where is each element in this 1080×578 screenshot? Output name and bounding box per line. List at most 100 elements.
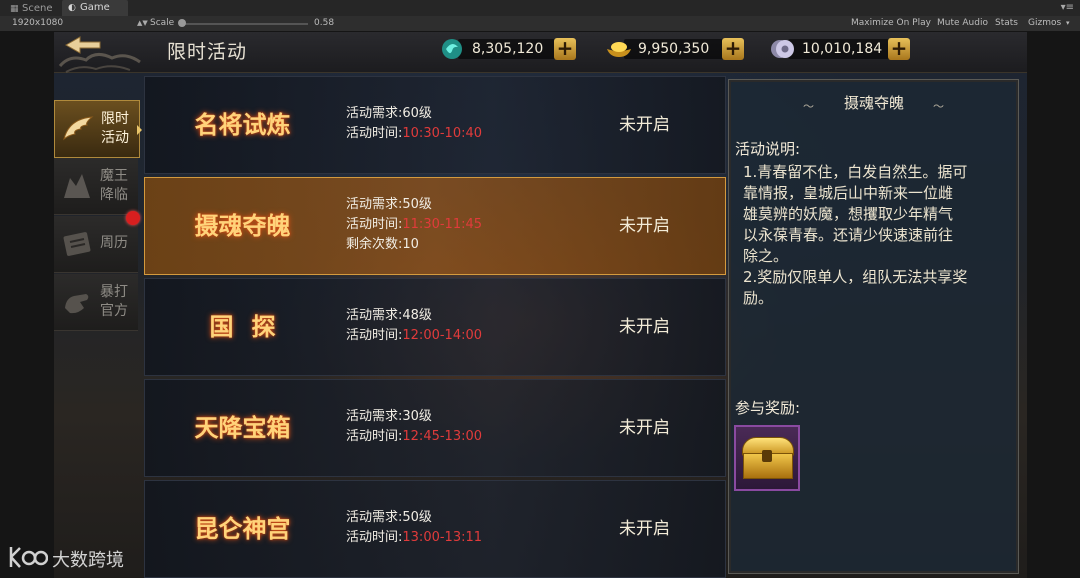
event-time-line: 活动时间:13:00-13:11 (346, 528, 482, 548)
calendar-icon (63, 232, 91, 256)
side-tab-label: 暴打 官方 (96, 283, 132, 321)
watermark-text: 大数跨境 (52, 550, 124, 571)
side-tab-label-line1: 暴打 (100, 284, 128, 300)
side-tab-beat-official[interactable]: 暴打 官方 (54, 274, 138, 331)
fist-icon (65, 294, 89, 314)
mute-audio-button[interactable]: Mute Audio (937, 16, 988, 31)
jade-icon (442, 39, 462, 59)
info-title-banner: 〜 摄魂夺魄 〜 (803, 92, 944, 114)
event-requirement: 活动需求:48级 (346, 308, 432, 323)
event-status: 未开启 (619, 519, 670, 539)
side-tab-label-line1: 周历 (100, 235, 128, 251)
side-tab-label: 魔王 降临 (96, 167, 132, 205)
gold-ingot-icon (607, 42, 631, 57)
back-arrow-icon (64, 36, 101, 54)
reward-item-slot[interactable] (734, 425, 800, 491)
event-time-value: 11:30-11:45 (402, 217, 483, 232)
event-name: 国探 (209, 313, 294, 341)
event-row-mingjiang[interactable]: 名将试炼 活动需求:60级 活动时间:10:30-10:40 未开启 (144, 76, 726, 174)
grid-icon: ▦ (10, 4, 19, 14)
description-line: 2.奖励仅限单人，组队无法共享奖 (743, 268, 968, 286)
event-time-value: 10:30-10:40 (402, 126, 483, 141)
gold-amount: 9,950,350 (624, 39, 734, 59)
description-line: 雄莫辨的妖魔，想攫取少年精气 (743, 205, 954, 223)
game-viewport: 限时活动 8,305,120 + 9,950,350 + 10,010,184 (0, 32, 1080, 578)
scale-label: Scale (150, 18, 175, 28)
side-tab-demon-arrival[interactable]: 魔王 降临 (54, 158, 138, 215)
resolution-dropdown-arrow-icon[interactable]: ▲▼ (137, 16, 148, 31)
event-requirement: 活动需求:30级 (346, 409, 432, 424)
side-tab-weekly-calendar[interactable]: 周历 (54, 216, 138, 273)
panel-menu-icon[interactable]: ▾≡ (1061, 2, 1074, 13)
side-tab-label-line2: 官方 (100, 303, 128, 319)
kbo-logo-icon (9, 547, 48, 568)
event-details: 活动需求:30级 活动时间:12:45-13:00 (346, 407, 482, 447)
event-time-line: 活动时间:10:30-10:40 (346, 124, 482, 144)
event-status: 未开启 (619, 317, 670, 337)
event-time-value: 12:00-14:00 (402, 328, 483, 343)
silver-coin-icon (771, 40, 794, 58)
tab-game-label: Game (80, 2, 110, 13)
event-list: 名将试炼 活动需求:60级 活动时间:10:30-10:40 未开启 摄魂夺魄 … (144, 76, 726, 578)
event-time-label: 活动时间: (346, 217, 403, 232)
side-tab-label-line1: 魔王 (100, 168, 128, 184)
description-line: 励。 (743, 289, 774, 307)
event-name: 昆仑神宫 (194, 515, 291, 543)
event-requirement: 活动需求:50级 (346, 197, 432, 212)
event-time-label: 活动时间: (346, 126, 403, 141)
resolution-dropdown[interactable]: 1920x1080 (12, 16, 63, 31)
jade-amount: 8,305,120 (458, 39, 568, 59)
description-line: 以永葆青春。还请少侠速速前往 (743, 226, 954, 244)
active-tab-arrow-icon (137, 125, 142, 135)
tab-scene-label: Scene (22, 3, 53, 14)
event-details: 活动需求:48级 活动时间:12:00-14:00 (346, 306, 482, 346)
event-time-line: 活动时间:12:45-13:00 (346, 427, 482, 447)
event-row-guotan[interactable]: 国探 活动需求:48级 活动时间:12:00-14:00 未开启 (144, 278, 726, 376)
treasure-chest-icon (742, 437, 794, 479)
event-time-line: 活动时间:11:30-11:45 (346, 215, 482, 235)
maximize-on-play-button[interactable]: Maximize On Play (851, 16, 931, 31)
event-status: 未开启 (619, 115, 670, 135)
gizmos-dropdown-arrow-icon[interactable]: ▾ (1066, 16, 1070, 31)
side-tab-label-line1: 限时 (101, 111, 129, 127)
reward-heading: 参与奖励: (735, 399, 801, 417)
info-title: 摄魂夺魄 (843, 94, 904, 112)
scroll-ornament-icon: 〜 (933, 100, 944, 113)
event-row-shehun[interactable]: 摄魂夺魄 活动需求:50级 活动时间:11:30-11:45 剩余次数:10 未… (144, 177, 726, 275)
add-silver-button[interactable]: + (888, 38, 910, 60)
event-row-tianjiang[interactable]: 天降宝箱 活动需求:30级 活动时间:12:45-13:00 未开启 (144, 379, 726, 477)
event-time-label: 活动时间: (346, 429, 403, 444)
letterbox-right (1027, 32, 1080, 578)
side-tab-label-line2: 活动 (101, 130, 129, 146)
event-status: 未开启 (619, 216, 670, 236)
add-gold-button[interactable]: + (722, 38, 744, 60)
event-name: 天降宝箱 (194, 414, 291, 442)
editor-tab-bar: ▦ Scene ◐ Game ▾≡ (0, 0, 1080, 546)
tab-scene[interactable]: ▦ Scene (4, 1, 66, 16)
event-time-value: 13:00-13:11 (402, 530, 483, 545)
stats-button[interactable]: Stats (995, 16, 1018, 31)
event-status: 未开启 (619, 418, 670, 438)
description-heading: 活动说明: (735, 140, 801, 158)
event-details: 活动需求:50级 活动时间:13:00-13:11 (346, 508, 482, 548)
page-title: 限时活动 (167, 41, 248, 63)
event-time-label: 活动时间: (346, 530, 403, 545)
event-name: 名将试炼 (194, 111, 291, 139)
wing-icon (63, 116, 94, 141)
event-requirement: 活动需求:50级 (346, 510, 432, 525)
top-header: 限时活动 8,305,120 + 9,950,350 + 10,010,184 (54, 32, 1027, 73)
event-name: 摄魂夺魄 (194, 212, 291, 240)
description-text: 1.青春留不住，白发自然生。据可 靠情报，皇城后山中新来一位雌 雄莫辨的妖魔，想… (743, 162, 1013, 309)
event-time-value: 12:45-13:00 (402, 429, 483, 444)
event-row-kunlun[interactable]: 昆仑神宫 活动需求:50级 活动时间:13:00-13:11 未开启 (144, 480, 726, 578)
pacman-icon: ◐ (68, 3, 76, 13)
side-tab-label-line2: 降临 (100, 187, 128, 203)
side-tab-limited-events[interactable]: 限时 活动 (54, 100, 142, 158)
back-button[interactable] (64, 36, 104, 54)
demon-icon (64, 174, 90, 198)
letterbox-left (0, 32, 54, 578)
scale-slider-handle[interactable] (178, 19, 186, 27)
scale-slider-track[interactable] (182, 23, 308, 25)
add-jade-button[interactable]: + (554, 38, 576, 60)
gizmos-button[interactable]: Gizmos (1028, 16, 1061, 31)
